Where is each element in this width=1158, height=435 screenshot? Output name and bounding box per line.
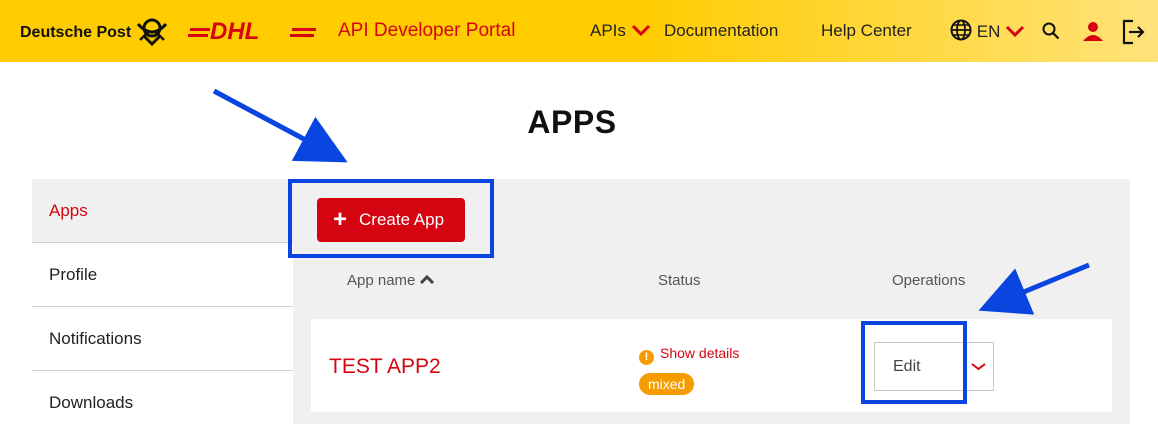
- chevron-down-icon: [971, 363, 986, 371]
- sidebar: Apps Profile Notifications Downloads: [32, 179, 293, 435]
- column-header-operations: Operations: [892, 272, 966, 289]
- operations-dropdown-toggle[interactable]: [963, 342, 994, 391]
- nav-help-center[interactable]: Help Center: [821, 21, 912, 41]
- svg-text:DHL: DHL: [210, 20, 259, 44]
- sidebar-item-profile[interactable]: Profile: [32, 243, 293, 307]
- post-horn-logo-icon[interactable]: [135, 18, 169, 46]
- highlight-box-create-app: [288, 179, 494, 258]
- logout-icon[interactable]: [1121, 19, 1145, 45]
- show-details-link[interactable]: ! Show details: [639, 345, 739, 365]
- app-name-header-label: App name: [347, 272, 416, 289]
- user-icon[interactable]: [1082, 20, 1104, 42]
- sort-ascending-icon: [419, 274, 434, 285]
- sidebar-item-notifications[interactable]: Notifications: [32, 307, 293, 371]
- dhl-logo-icon[interactable]: DHL: [188, 20, 318, 44]
- nav-documentation[interactable]: Documentation: [664, 21, 778, 41]
- language-selector[interactable]: EN: [950, 19, 1025, 42]
- show-details-label: Show details: [660, 345, 740, 361]
- globe-icon: [950, 19, 972, 41]
- sidebar-item-downloads[interactable]: Downloads: [32, 371, 293, 435]
- top-header: Deutsche Post DHL API Developer Portal A…: [0, 0, 1158, 62]
- app-name-link[interactable]: TEST APP2: [329, 355, 441, 379]
- status-badge: mixed: [639, 373, 695, 395]
- search-icon[interactable]: [1042, 22, 1060, 40]
- chevron-down-icon: [1006, 25, 1025, 38]
- chevron-down-icon: [631, 24, 650, 37]
- nav-apis-menu[interactable]: APIs: [590, 21, 651, 41]
- warning-icon: !: [639, 350, 654, 365]
- page-title: APPS: [527, 104, 617, 140]
- language-label: EN: [976, 22, 1001, 41]
- column-header-app-name[interactable]: App name: [347, 272, 434, 289]
- highlight-box-edit: [861, 321, 967, 404]
- sidebar-item-apps[interactable]: Apps: [32, 179, 293, 243]
- column-header-status: Status: [658, 272, 701, 289]
- table-row: TEST APP2 ! Show details mixed Edit: [311, 319, 1112, 412]
- deutsche-post-brand[interactable]: Deutsche Post: [20, 24, 131, 42]
- portal-title[interactable]: API Developer Portal: [338, 20, 515, 42]
- nav-apis-label: APIs: [590, 21, 626, 40]
